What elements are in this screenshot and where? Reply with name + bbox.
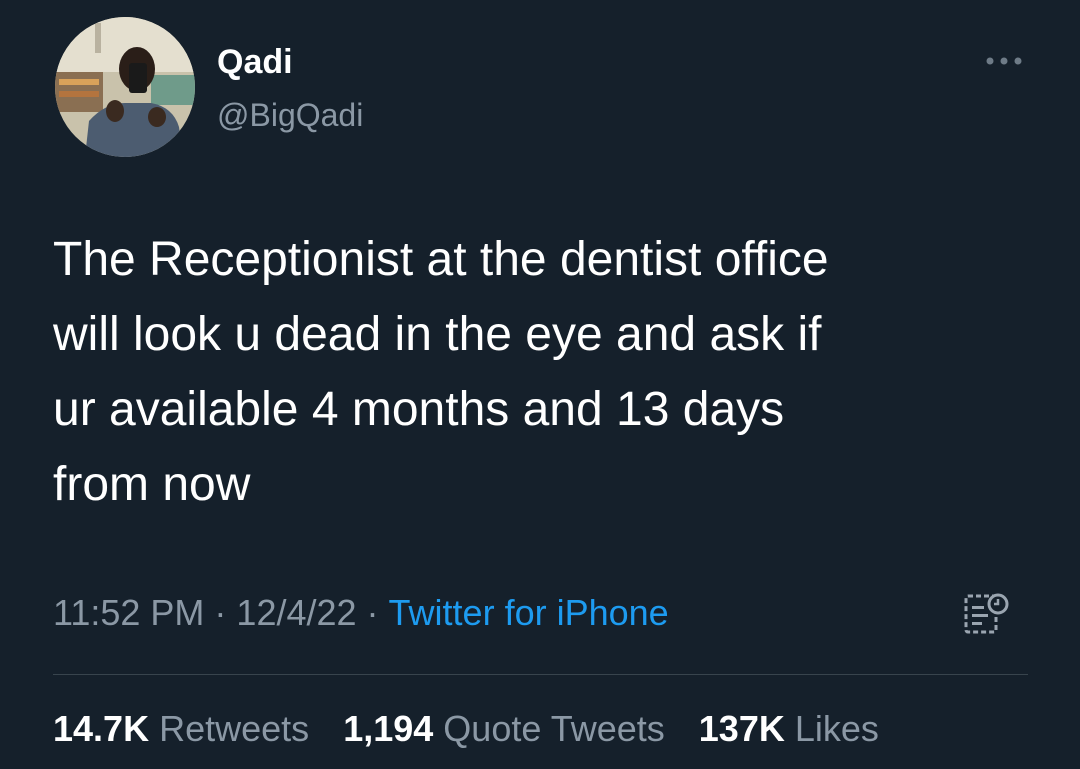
tweet-stats: 14.7K Retweets 1,194 Quote Tweets 137K L… — [53, 707, 879, 751]
tweet-date[interactable]: 12/4/22 — [236, 592, 356, 633]
likes-label: Likes — [794, 708, 879, 749]
divider — [53, 674, 1028, 675]
avatar-photo — [55, 17, 195, 157]
tweet-time[interactable]: 11:52 PM — [53, 592, 204, 633]
likes-stat[interactable]: 137K Likes — [699, 708, 879, 749]
tweet-text-line: The Receptionist at the dentist office — [53, 233, 829, 286]
tweet-text-line: from now — [53, 458, 251, 511]
more-horizontal-icon[interactable] — [982, 53, 1026, 69]
tweet-text: The Receptionist at the dentist office w… — [53, 222, 1033, 522]
tweet-source-link[interactable]: Twitter for iPhone — [389, 592, 669, 633]
tweet-analytics-icon[interactable] — [962, 590, 1010, 638]
user-handle[interactable]: @BigQadi — [217, 95, 363, 135]
quote-tweets-count: 1,194 — [343, 708, 434, 749]
display-name[interactable]: Qadi — [217, 42, 293, 82]
tweet-text-line: will look u dead in the eye and ask if — [53, 308, 822, 361]
tweet-metadata: 11:52 PM · 12/4/22 · Twitter for iPhone — [53, 590, 669, 636]
meta-separator: · — [366, 592, 379, 633]
tweet-text-line: ur available 4 months and 13 days — [53, 383, 785, 436]
retweets-count: 14.7K — [53, 708, 150, 749]
retweets-label: Retweets — [159, 708, 310, 749]
quote-tweets-stat[interactable]: 1,194 Quote Tweets — [343, 708, 665, 749]
avatar[interactable] — [55, 17, 195, 157]
quote-tweets-label: Quote Tweets — [443, 708, 665, 749]
likes-count: 137K — [698, 708, 785, 749]
retweets-stat[interactable]: 14.7K Retweets — [53, 708, 309, 749]
meta-separator: · — [214, 592, 227, 633]
